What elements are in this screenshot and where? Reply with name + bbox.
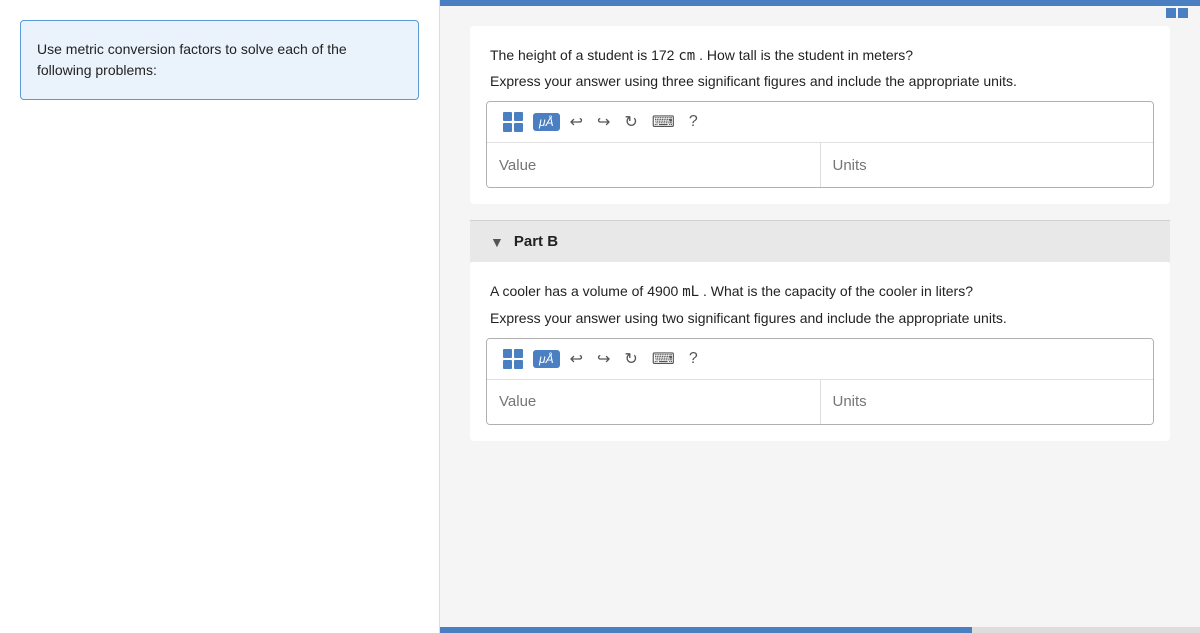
sidebar: Use metric conversion factors to solve e… [0,0,440,633]
bottom-progress-bar [440,627,1200,633]
part-b-instruction: Express your answer using two significan… [470,310,1170,338]
matrix-icon-a [503,112,523,132]
matrix-cell-1 [503,112,512,121]
matrix-button-b[interactable] [499,347,527,371]
part-a-text-after: . How tall is the student in meters? [699,47,913,63]
undo-button-a[interactable]: ↩ [566,110,587,134]
part-a-problem: The height of a student is 172 cm . How … [470,26,1170,73]
undo-icon-a: ↩ [570,112,583,132]
part-b-toolbar: μÅ ↩ ↪ ↻ ⌨ ? [487,339,1153,380]
help-icon-b: ? [689,350,698,368]
matrix-cell-b4 [514,360,523,369]
part-a-value-input[interactable] [487,143,821,187]
part-b-text-before: A cooler has a volume of 4900 [490,283,678,299]
matrix-button-a[interactable] [499,110,527,134]
redo-icon-b: ↪ [597,349,610,369]
matrix-icon-b [503,349,523,369]
refresh-icon-a: ↻ [624,112,637,132]
part-b-header: ▼ Part B [470,220,1170,262]
top-bar-icons [1166,8,1188,18]
part-a-text-before: The height of a student is 172 [490,47,674,63]
keyboard-button-a[interactable]: ⌨ [648,110,679,134]
matrix-cell-b2 [514,349,523,358]
matrix-cell-4 [514,123,523,132]
redo-button-b[interactable]: ↪ [593,347,614,371]
part-a-section: The height of a student is 172 cm . How … [470,26,1170,204]
icon-square-1 [1166,8,1176,18]
content-area: The height of a student is 172 cm . How … [440,6,1200,477]
part-a-input-row [487,143,1153,187]
part-b-answer-container: μÅ ↩ ↪ ↻ ⌨ ? [486,338,1154,425]
part-a-answer-container: μÅ ↩ ↪ ↻ ⌨ [486,101,1154,188]
refresh-icon-b: ↻ [624,349,637,369]
instruction-box: Use metric conversion factors to solve e… [20,20,419,100]
matrix-cell-2 [514,112,523,121]
part-a-units-input[interactable] [821,143,1154,187]
redo-button-a[interactable]: ↪ [593,110,614,134]
part-a-toolbar: μÅ ↩ ↪ ↻ ⌨ [487,102,1153,143]
chevron-down-icon[interactable]: ▼ [490,234,504,250]
matrix-cell-3 [503,123,512,132]
part-a-unit-code: cm [678,48,695,64]
refresh-button-b[interactable]: ↻ [620,347,641,371]
matrix-cell-b3 [503,360,512,369]
greek-button-b[interactable]: μÅ [533,350,560,368]
keyboard-button-b[interactable]: ⌨ [648,347,679,371]
part-b-units-input[interactable] [821,380,1154,424]
refresh-button-a[interactable]: ↻ [620,110,641,134]
undo-icon-b: ↩ [570,349,583,369]
help-button-b[interactable]: ? [685,348,702,370]
help-button-a[interactable]: ? [685,111,702,133]
part-b-input-row [487,380,1153,424]
part-b-section: A cooler has a volume of 4900 mL . What … [470,262,1170,440]
icon-square-2 [1178,8,1188,18]
part-a-instruction: Express your answer using three signific… [470,73,1170,101]
part-b-value-input[interactable] [487,380,821,424]
redo-icon-a: ↪ [597,112,610,132]
help-icon-a: ? [689,113,698,131]
keyboard-icon-a: ⌨ [652,112,675,132]
main-content: The height of a student is 172 cm . How … [440,0,1200,633]
greek-button-a[interactable]: μÅ [533,113,560,131]
instruction-text: Use metric conversion factors to solve e… [37,41,347,78]
part-b-unit-code: mL [682,284,699,300]
part-b-label: Part B [514,233,558,250]
undo-button-b[interactable]: ↩ [566,347,587,371]
keyboard-icon-b: ⌨ [652,349,675,369]
part-b-problem: A cooler has a volume of 4900 mL . What … [470,262,1170,309]
part-b-text-after: . What is the capacity of the cooler in … [703,283,973,299]
bottom-progress-fill [440,627,972,633]
matrix-cell-b1 [503,349,512,358]
